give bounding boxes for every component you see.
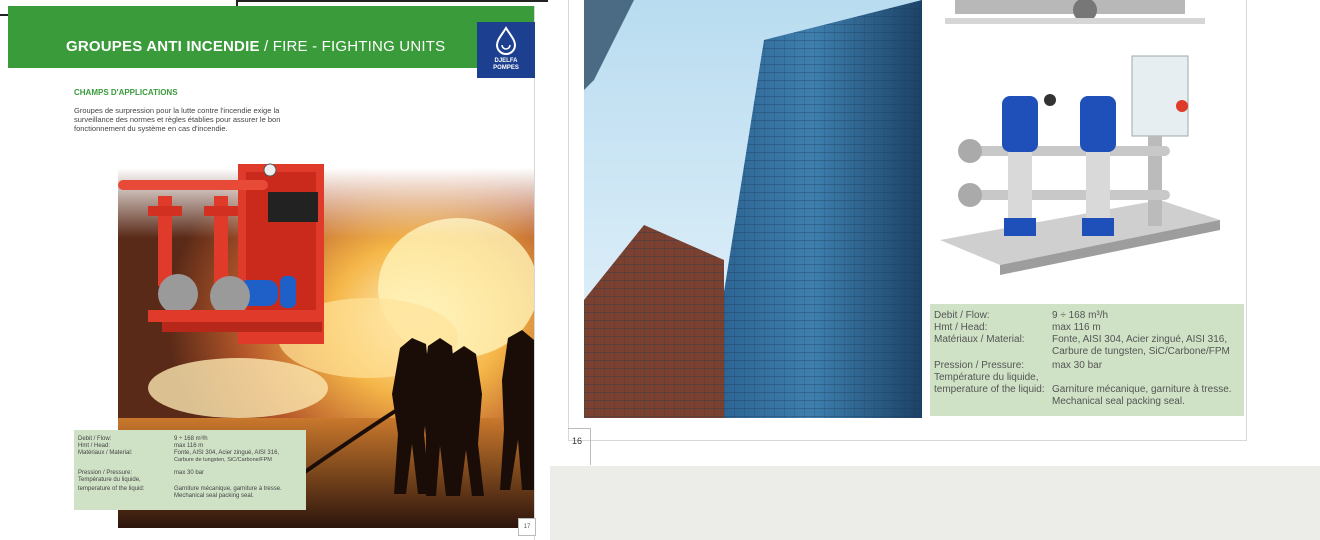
spec-value-seal-1: Garniture mécanique, garniture à tresse. xyxy=(1052,384,1232,395)
spec-label-temperature-2: temperature of the liquid: xyxy=(934,384,1045,395)
spec-value-material-2: Carbure de tungsten, SiC/Carbone/FPM xyxy=(174,457,272,463)
spec-value-seal-2: Mechanical seal packing seal. xyxy=(174,493,254,499)
section-heading: CHAMPS D'APPLICATIONS xyxy=(74,88,178,97)
spec-label-head: Hmt / Head: xyxy=(78,443,111,449)
spec-value-seal-2: Mechanical seal packing seal. xyxy=(1052,396,1185,407)
title-english: FIRE - FIGHTING UNITS xyxy=(272,38,446,55)
spec-label-head: Hmt / Head: xyxy=(934,322,988,333)
skyscraper-photo xyxy=(584,0,922,418)
spec-value-head: max 116 m xyxy=(174,443,204,449)
water-drop-icon xyxy=(495,26,517,55)
spec-label-flow: Debit / Flow: xyxy=(934,310,990,321)
spec-value-pressure: max 30 bar xyxy=(1052,360,1103,371)
spec-value-flow: 9 ÷ 168 m³/h xyxy=(1052,310,1109,321)
spec-label-temperature-2: temperature of the liquid: xyxy=(78,486,145,492)
spec-label-temperature-1: Température du liquide, xyxy=(934,372,1039,383)
spec-value-pressure: max 30 bar xyxy=(174,470,205,476)
page-title: GROUPES ANTI INCENDIE / FIRE - FIGHTING … xyxy=(66,38,445,55)
background-panel xyxy=(550,466,1320,540)
logo-text-line1: DJELFA xyxy=(494,58,518,64)
fire-pump-unit-image xyxy=(118,158,328,354)
frame-edge-top xyxy=(236,0,548,2)
spec-label-flow: Debit / Flow: xyxy=(78,436,112,442)
company-logo: DJELFA POMPES xyxy=(477,22,535,78)
specification-box-right: Debit / Flow: 9 ÷ 168 m³/h Hmt / Head: m… xyxy=(930,304,1244,416)
page-header-band xyxy=(8,6,534,68)
intro-paragraph: Groupes de surpression pour la lutte con… xyxy=(74,106,281,133)
spec-value-material-2: Carbure de tungsten, SiC/Carbone/FPM xyxy=(1052,346,1230,357)
pump-set-top-drawing xyxy=(945,0,1205,24)
booster-pump-set-image xyxy=(920,50,1225,300)
title-separator: / xyxy=(259,38,273,55)
spec-value-seal-1: Garniture mécanique, garniture à tresse. xyxy=(174,486,282,492)
spec-label-material: Matériaux / Material: xyxy=(934,334,1025,345)
spec-label-pressure: Pression / Pressure: xyxy=(934,360,1025,371)
spec-value-material-1: Fonte, AISI 304, Acier zingué, AISI 316, xyxy=(174,450,280,456)
spec-label-material: Matériaux / Material: xyxy=(78,450,133,456)
page-number-right: 16 xyxy=(568,428,591,465)
spec-label-pressure: Pression / Pressure: xyxy=(78,470,133,476)
skyscraper-image xyxy=(584,0,922,418)
spec-value-flow: 9 ÷ 168 m³/h xyxy=(174,436,208,442)
logo-text-line2: POMPES xyxy=(493,65,519,71)
fire-pump-drawing xyxy=(118,163,324,344)
spec-value-head: max 116 m xyxy=(1052,322,1101,333)
page-number-left: 17 xyxy=(518,518,536,536)
pump-set-top-image xyxy=(935,0,1215,34)
spec-value-material-1: Fonte, AISI 304, Acier zingué, AISI 316, xyxy=(1052,334,1228,345)
booster-pump-drawing xyxy=(940,55,1220,275)
title-french: GROUPES ANTI INCENDIE xyxy=(66,38,260,55)
specification-box-left: Debit / Flow: 9 ÷ 168 m³/h Hmt / Head: m… xyxy=(74,430,306,510)
spec-label-temperature-1: Température du liquide, xyxy=(78,477,141,483)
